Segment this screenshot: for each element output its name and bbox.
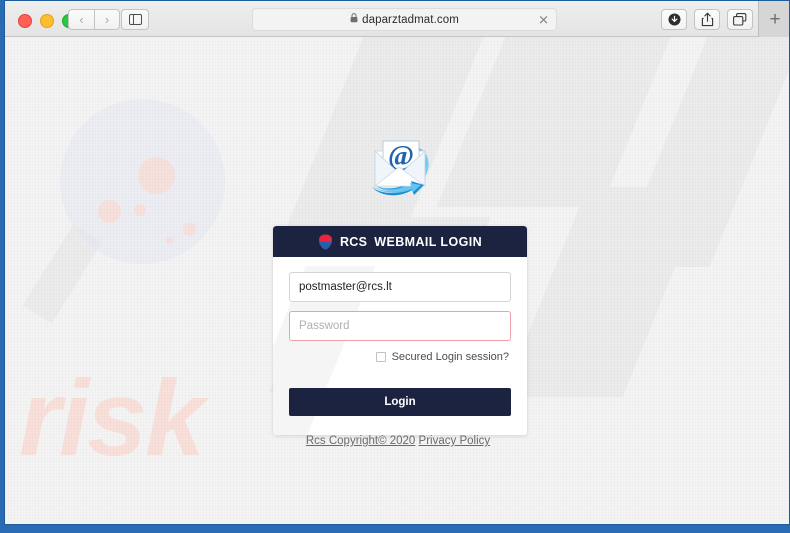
sidebar-icon: [128, 14, 142, 25]
login-button[interactable]: Login: [289, 388, 511, 416]
tabs-icon: [733, 13, 747, 26]
plus-icon: +: [769, 8, 781, 30]
downloads-button[interactable]: [661, 9, 687, 30]
sidebar-toggle-button[interactable]: [121, 9, 149, 30]
browser-window-frame: ‹ › daparztadmat.com ✕ + risk @ RCS WEBM…: [0, 0, 790, 533]
chevron-left-icon: ‹: [79, 12, 84, 27]
share-icon: [701, 12, 713, 27]
footer-links: Rcs Copyright© 2020 Privacy Policy: [5, 435, 789, 447]
address-bar[interactable]: daparztadmat.com ✕: [252, 8, 557, 31]
login-card-header: RCS WEBMAIL LOGIN: [273, 226, 527, 257]
brand-name: RCS: [339, 234, 368, 249]
email-at-envelope-icon: @: [372, 140, 429, 196]
download-icon: [668, 13, 680, 26]
browser-window: ‹ › daparztadmat.com ✕ + risk @ RCS WEBM…: [4, 0, 790, 525]
rcs-shield-logo: [318, 234, 332, 249]
address-bar-text: daparztadmat.com: [350, 13, 459, 26]
watermark-slash: [502, 187, 708, 397]
secured-login-checkbox[interactable]: [375, 352, 386, 362]
login-card-title: WEBMAIL LOGIN: [374, 234, 483, 249]
url-hostname: daparztadmat.com: [362, 14, 459, 26]
navigation-buttons: ‹ ›: [68, 9, 120, 30]
new-tab-button[interactable]: +: [758, 1, 789, 37]
watermark-dot: [138, 157, 175, 194]
show-tabs-button[interactable]: [727, 9, 753, 30]
copyright-link[interactable]: Rcs Copyright© 2020: [306, 435, 415, 447]
share-button[interactable]: [694, 9, 720, 30]
chevron-right-icon: ›: [104, 12, 110, 27]
minimize-window-button[interactable]: [40, 14, 54, 28]
watermark-dot: [183, 223, 196, 236]
email-input[interactable]: [289, 272, 511, 302]
browser-toolbar: ‹ › daparztadmat.com ✕ +: [5, 1, 789, 37]
watermark-dot: [134, 204, 146, 216]
lock-icon: [350, 13, 358, 23]
secured-login-row: Secured Login session?: [289, 351, 511, 363]
webpage-content: risk @ RCS WEBMAIL LOGIN postmaster@rcs.…: [5, 37, 789, 524]
forward-button[interactable]: ›: [94, 9, 120, 30]
watermark-text: risk: [19, 357, 205, 478]
toolbar-right-buttons: [661, 9, 753, 30]
secured-login-label: Secured Login session?: [391, 351, 509, 363]
close-window-button[interactable]: [18, 14, 32, 28]
login-card-body: Secured Login session? Login: [273, 257, 527, 416]
watermark-dot: [98, 200, 121, 223]
watermark-dot: [166, 237, 173, 244]
privacy-policy-link[interactable]: Privacy Policy: [419, 435, 491, 447]
back-button[interactable]: ‹: [68, 9, 94, 30]
password-input[interactable]: [289, 311, 511, 341]
clear-url-button[interactable]: ✕: [538, 13, 549, 26]
login-card: RCS WEBMAIL LOGIN Secured Login session?…: [273, 226, 527, 435]
